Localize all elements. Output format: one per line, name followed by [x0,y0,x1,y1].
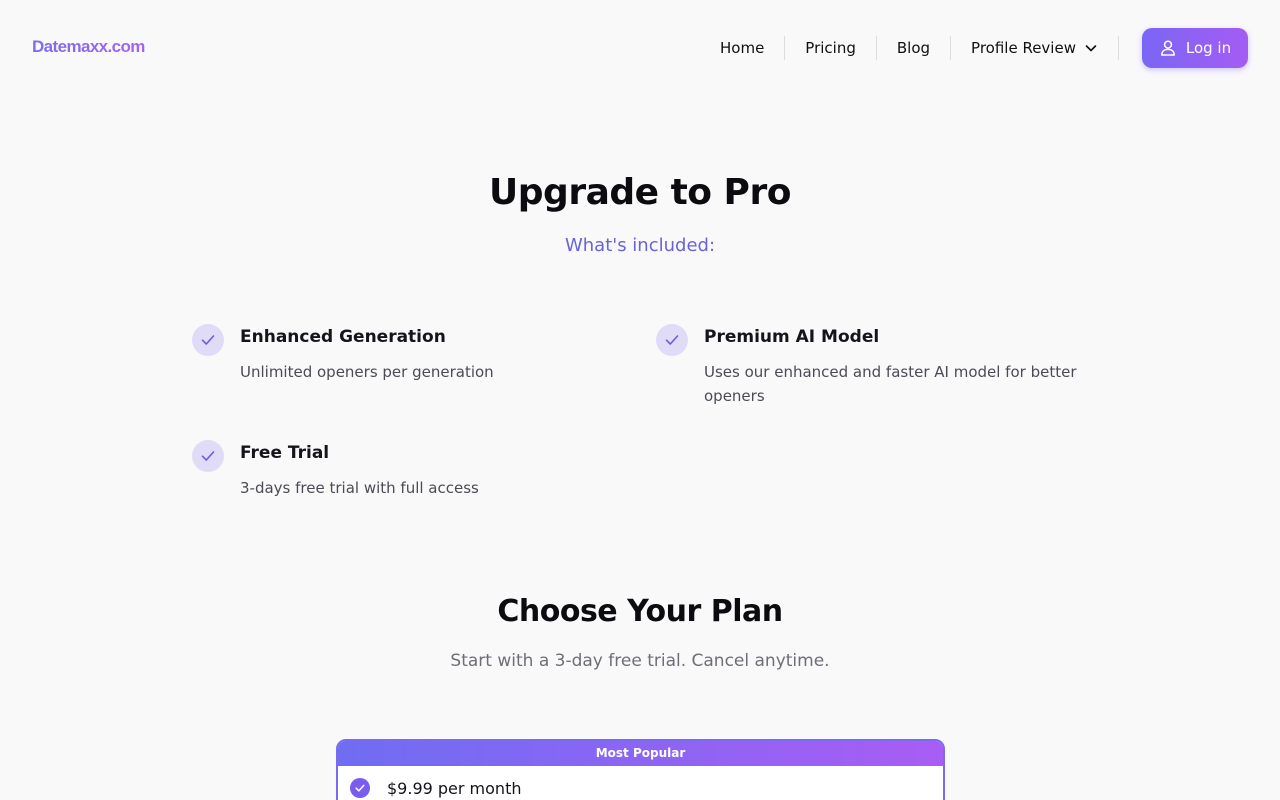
nav-divider [1117,36,1119,60]
feature-description: Uses our enhanced and faster AI model fo… [704,363,1077,405]
nav-profile-review-label: Profile Review [971,39,1076,57]
plan-option-monthly[interactable]: $9.99 per month [338,766,943,800]
plan-price: $9.99 per month [387,778,522,798]
nav-home-label: Home [720,39,765,57]
plan-section-title: Choose Your Plan [497,594,783,629]
check-icon [192,440,224,472]
site-header: Datemaxx.com Home Pricing Blog Profile R… [0,0,1280,96]
nav-pricing[interactable]: Pricing [785,36,876,60]
login-button[interactable]: Log in [1142,28,1248,68]
nav-profile-review-dropdown[interactable]: Profile Review [951,36,1118,60]
feature-title: Enhanced Generation [240,327,446,347]
site-logo[interactable]: Datemaxx.com [32,37,145,57]
nav-blog[interactable]: Blog [877,36,950,60]
feature-description: 3-days free trial with full access [240,479,479,497]
plan-section-subtitle: Start with a 3-day free trial. Cancel an… [450,651,830,671]
page-title: Upgrade to Pro [489,172,791,213]
radio-checked-icon[interactable] [350,778,370,798]
nav-blog-label: Blog [896,39,931,57]
check-icon [192,324,224,356]
check-icon [656,324,688,356]
whats-included-subtitle: What's included: [564,235,716,256]
plan-card-monthly[interactable]: Most Popular $9.99 per month [336,739,945,800]
login-label: Log in [1185,39,1232,57]
user-icon [1160,40,1175,56]
nav-pricing-label: Pricing [805,39,856,57]
feature-title: Free Trial [240,443,330,463]
nav-home[interactable]: Home [700,36,784,60]
chevron-down-icon [1085,45,1097,52]
feature-description: Unlimited openers per generation [240,363,494,381]
main-nav: Home Pricing Blog Profile Review [700,36,1119,60]
feature-title: Premium AI Model [704,327,880,347]
most-popular-badge: Most Popular [338,741,943,766]
